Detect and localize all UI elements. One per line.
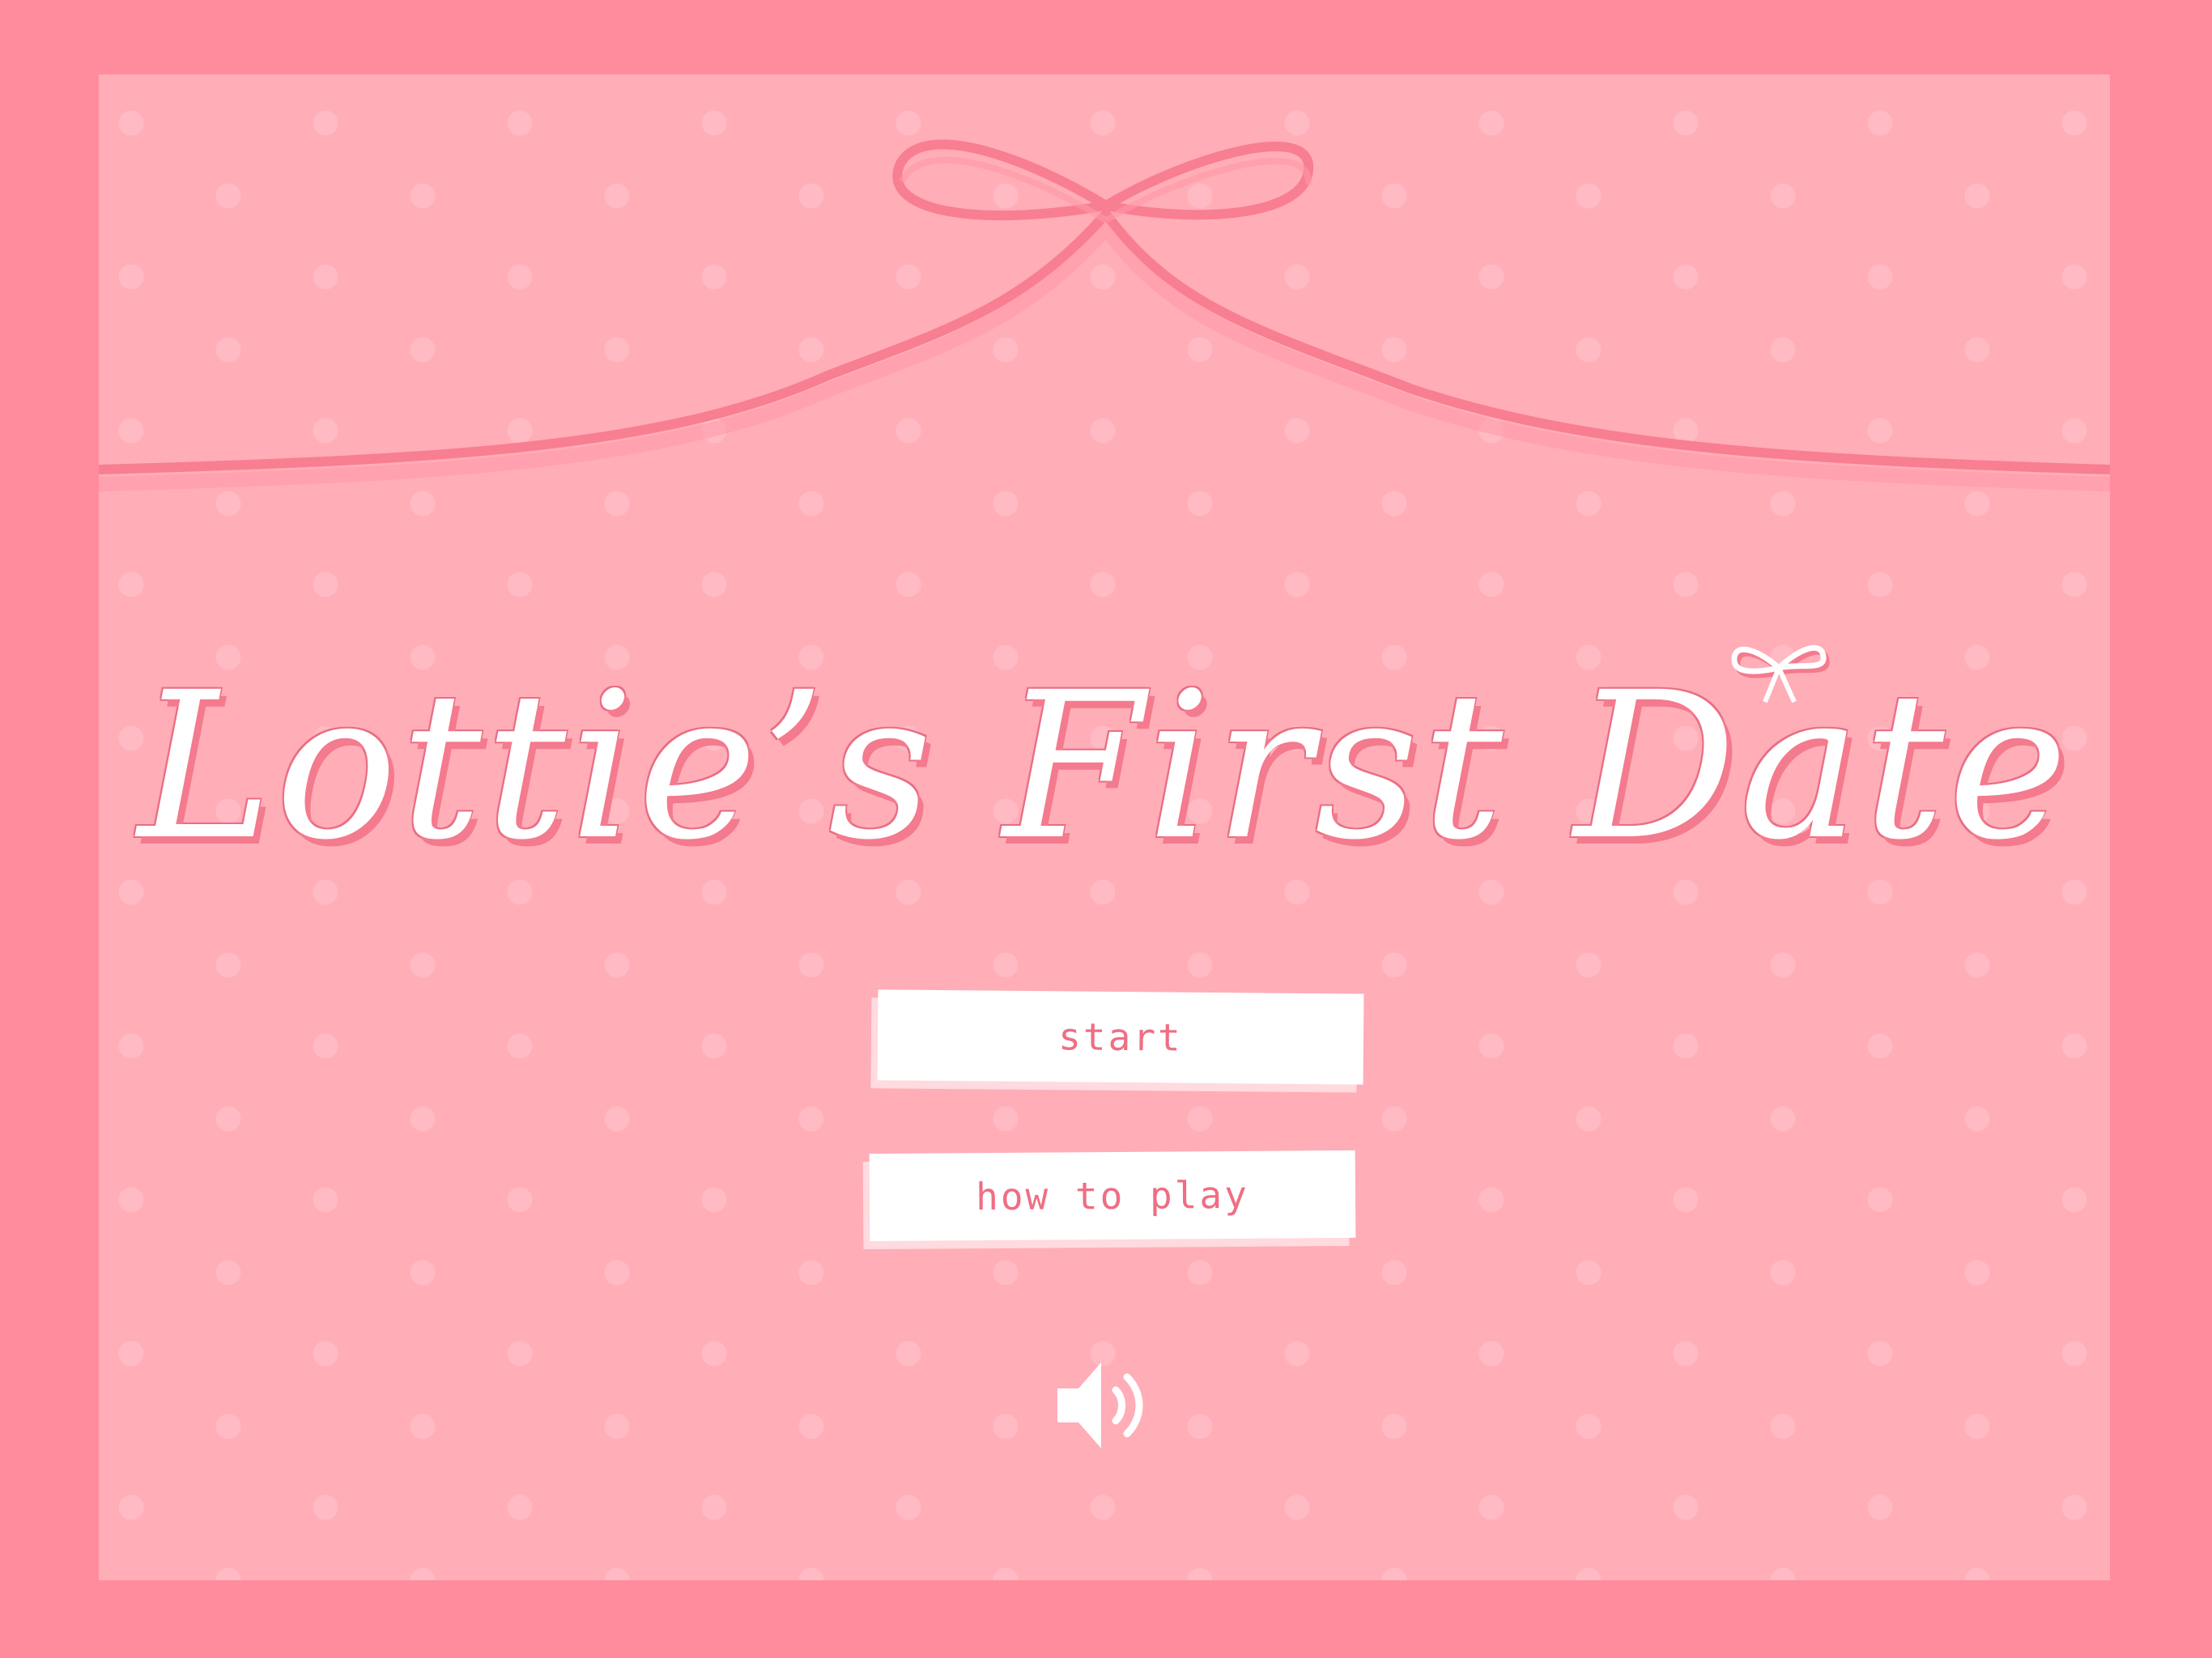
title-screen-panel: Lottie’s First Date start how to play <box>99 74 2110 1580</box>
bow-icon <box>1731 644 1830 704</box>
start-button[interactable]: start <box>877 989 1364 1085</box>
how-to-play-button[interactable]: how to play <box>869 1150 1356 1242</box>
speaker-volume-icon[interactable] <box>1054 1358 1155 1453</box>
game-frame: Lottie’s First Date start how to play <box>0 0 2212 1658</box>
ribbon-bow-icon <box>99 139 2110 491</box>
